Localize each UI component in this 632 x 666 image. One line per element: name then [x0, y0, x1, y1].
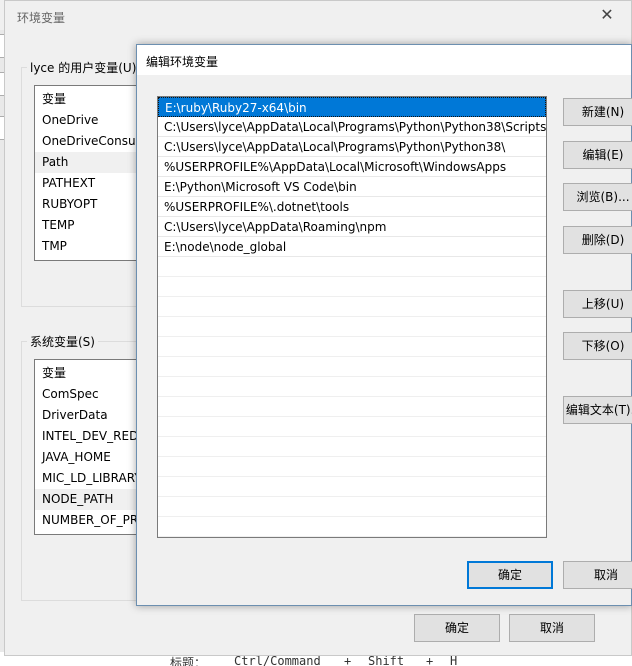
path-entry-selected[interactable]: E:\ruby\Ruby27-x64\bin: [158, 97, 546, 117]
path-entry[interactable]: E:\node\node_global: [158, 237, 546, 257]
system-variables-label: 系统变量(S): [27, 333, 98, 350]
empty-row: [158, 497, 546, 517]
browse-button[interactable]: 浏览(B)...: [563, 183, 632, 211]
delete-button[interactable]: 删除(D): [563, 226, 632, 254]
cancel-button[interactable]: 取消: [509, 614, 595, 642]
new-button[interactable]: 新建(N): [563, 98, 632, 126]
path-entry[interactable]: C:\Users\lyce\AppData\Roaming\npm: [158, 217, 546, 237]
ok-button[interactable]: 确定: [414, 614, 500, 642]
empty-row: [158, 437, 546, 457]
path-entry[interactable]: E:\Python\Microsoft VS Code\bin: [158, 177, 546, 197]
window-title: 环境变量: [17, 11, 66, 25]
empty-row: [158, 257, 546, 277]
move-down-button[interactable]: 下移(O): [563, 332, 632, 360]
dialog-titlebar[interactable]: 编辑环境变量: [137, 45, 631, 75]
dialog-title: 编辑环境变量: [146, 55, 219, 69]
empty-row: [158, 357, 546, 377]
cancel-button[interactable]: 取消: [563, 561, 632, 589]
empty-row: [158, 337, 546, 357]
empty-row: [158, 397, 546, 417]
path-entry[interactable]: C:\Users\lyce\AppData\Local\Programs\Pyt…: [158, 117, 546, 137]
empty-row: [158, 277, 546, 297]
empty-row: [158, 457, 546, 477]
empty-row: [158, 517, 546, 537]
empty-row: [158, 377, 546, 397]
edit-button[interactable]: 编辑(E): [563, 141, 632, 169]
empty-rows: [158, 257, 546, 537]
path-entries-list[interactable]: E:\ruby\Ruby27-x64\bin C:\Users\lyce\App…: [157, 96, 547, 538]
ok-button[interactable]: 确定: [467, 561, 553, 589]
path-entry[interactable]: %USERPROFILE%\.dotnet\tools: [158, 197, 546, 217]
user-variables-label: lyce 的用户变量(U): [27, 59, 140, 76]
empty-row: [158, 417, 546, 437]
empty-row: [158, 297, 546, 317]
move-up-button[interactable]: 上移(U): [563, 290, 632, 318]
path-entry[interactable]: %USERPROFILE%\AppData\Local\Microsoft\Wi…: [158, 157, 546, 177]
close-icon[interactable]: ✕: [597, 5, 617, 25]
edit-environment-variable-dialog: 编辑环境变量 E:\ruby\Ruby27-x64\bin C:\Users\l…: [136, 44, 632, 606]
empty-row: [158, 477, 546, 497]
edit-text-button[interactable]: 编辑文本(T)...: [563, 396, 632, 424]
path-entry[interactable]: C:\Users\lyce\AppData\Local\Programs\Pyt…: [158, 137, 546, 157]
empty-row: [158, 317, 546, 337]
